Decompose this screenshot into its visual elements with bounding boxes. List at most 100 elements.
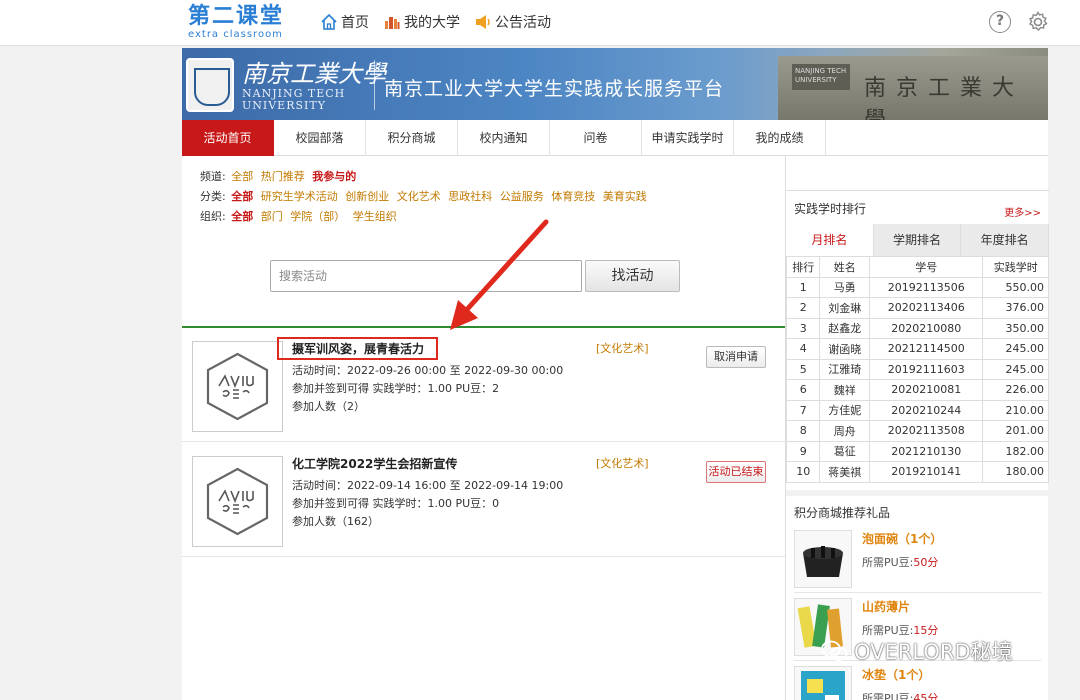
ranking-row: 6 魏祥 2020210081 226.00 xyxy=(785,379,1049,401)
name-cell[interactable]: 刘金琳 xyxy=(819,297,870,319)
filter-category-option[interactable]: 思政社科 xyxy=(448,190,492,203)
filter-category-option[interactable]: 创新创业 xyxy=(345,190,389,203)
topnav-my-university[interactable]: 我的大学 xyxy=(383,12,460,32)
activity-ended-button[interactable]: 活动已结束 xyxy=(706,461,766,483)
filter-category-label: 分类: xyxy=(200,190,226,203)
name-cell[interactable]: 葛征 xyxy=(819,440,870,462)
gift-item[interactable]: 泡面碗（1个） 所需PU豆:50分 xyxy=(786,526,1049,592)
rank-cell: 5 xyxy=(785,358,821,380)
rank-cell: 7 xyxy=(785,399,821,421)
name-cell[interactable]: 马勇 xyxy=(819,276,870,298)
filter-channel-option[interactable]: 全部 xyxy=(231,170,253,183)
cancel-application-button[interactable]: 取消申请 xyxy=(706,346,766,368)
ranking-title: 实践学时排行 xyxy=(794,202,867,216)
name-cell[interactable]: 方佳妮 xyxy=(819,399,870,421)
col-practice-hours: 实践学时 xyxy=(982,256,1049,278)
hours-cell: 180.00 xyxy=(982,461,1049,483)
activity-meta: 活动时间：2022-09-14 16:00 至 2022-09-14 19:00… xyxy=(292,477,563,531)
ranking-more-link[interactable]: 更多>> xyxy=(1004,204,1041,219)
col-rank: 排行 xyxy=(785,256,821,278)
watermark: OVERLORD秘境 xyxy=(820,636,1013,666)
tab-survey[interactable]: 问卷 xyxy=(550,120,642,156)
tab-activity-home[interactable]: 活动首页 xyxy=(182,120,274,156)
tab-yearly-ranking[interactable]: 年度排名 xyxy=(961,224,1050,256)
name-cell[interactable]: 蒋美祺 xyxy=(819,461,870,483)
filter-category-option[interactable]: 研究生学术活动 xyxy=(261,190,338,203)
topnav-notice[interactable]: 公告活动 xyxy=(474,12,551,32)
help-icon[interactable]: ? xyxy=(989,11,1011,33)
filter-category-selected[interactable]: 全部 xyxy=(231,190,253,203)
filter-channel-selected[interactable]: 我参与的 xyxy=(312,170,356,183)
home-icon xyxy=(321,13,337,30)
highlight-annotation xyxy=(277,337,438,360)
activity-title[interactable]: 化工学院2022学生会招新宣传 xyxy=(292,455,457,472)
student-id-cell: 2020210081 xyxy=(868,379,984,401)
name-cell[interactable]: 魏祥 xyxy=(819,379,870,401)
ranking-row: 9 葛征 2021210130 182.00 xyxy=(785,440,1049,462)
tab-semester-ranking[interactable]: 学期排名 xyxy=(873,224,962,256)
gift-separator xyxy=(794,592,1041,593)
noodle-bowl-icon xyxy=(803,546,843,577)
banner-gate-photo: NANJING TECH UNIVERSITY 南京工業大學 xyxy=(778,56,1048,120)
rank-cell: 3 xyxy=(785,317,821,339)
filter-org-option[interactable]: 学生组织 xyxy=(353,210,397,223)
filter-org-option[interactable]: 学院（部） xyxy=(290,210,345,223)
gift-image xyxy=(794,666,852,700)
gift-header: 积分商城推荐礼品 xyxy=(786,490,1049,524)
activity-category[interactable]: [文化艺术] xyxy=(596,340,649,356)
activity-thumbnail xyxy=(192,456,283,547)
filter-category-option[interactable]: 体育竞技 xyxy=(551,190,595,203)
gift-name[interactable]: 山药薄片 xyxy=(862,598,910,615)
activity-category[interactable]: [文化艺术] xyxy=(596,455,649,471)
col-name: 姓名 xyxy=(819,256,870,278)
tab-campus-tribe[interactable]: 校园部落 xyxy=(274,120,366,156)
student-id-cell: 2019210141 xyxy=(868,461,984,483)
ranking-header-row: 排行 姓名 学号 实践学时 xyxy=(785,256,1049,278)
gate-plaque: NANJING TECH UNIVERSITY xyxy=(792,64,850,90)
name-cell[interactable]: 周舟 xyxy=(819,420,870,442)
topnav-my-university-label: 我的大学 xyxy=(404,15,460,31)
student-id-cell: 20192111603 xyxy=(868,358,984,380)
gift-name[interactable]: 冰垫（1个） xyxy=(862,666,930,683)
student-id-cell: 2020210244 xyxy=(868,399,984,421)
hours-cell: 376.00 xyxy=(982,297,1049,319)
building-icon xyxy=(385,17,400,29)
filter-org-selected[interactable]: 全部 xyxy=(231,210,253,223)
filter-category-option[interactable]: 文化艺术 xyxy=(397,190,441,203)
name-cell[interactable]: 江雅琦 xyxy=(819,358,870,380)
topnav-home[interactable]: 首页 xyxy=(320,12,369,32)
student-id-cell: 20202113406 xyxy=(868,297,984,319)
gift-item[interactable]: 冰垫（1个） 所需PU豆:45分 xyxy=(786,662,1049,700)
filter-channel-label: 频道: xyxy=(200,170,226,183)
tab-monthly-ranking[interactable]: 月排名 xyxy=(786,224,874,256)
tab-campus-notice[interactable]: 校内通知 xyxy=(458,120,550,156)
activity-content: 频道: 全部 热门推荐 我参与的 分类: 全部 研究生学术活动 创新创业 文化艺… xyxy=(182,156,785,700)
gift-price: 所需PU豆:50分 xyxy=(862,554,938,570)
gift-name[interactable]: 泡面碗（1个） xyxy=(862,530,942,547)
name-cell[interactable]: 赵鑫龙 xyxy=(819,317,870,339)
logo-subtitle: extra classroom xyxy=(188,29,283,40)
ice-pad-icon xyxy=(801,671,845,700)
tab-points-mall[interactable]: 积分商城 xyxy=(366,120,458,156)
site-logo[interactable]: 第二课堂 extra classroom xyxy=(188,4,284,40)
activity-credit: 参加并签到可得 实践学时：1.00 PU豆：0 xyxy=(292,497,500,510)
ranking-row: 4 谢函晓 20212114500 245.00 xyxy=(785,338,1049,360)
filter-category-option[interactable]: 美育实践 xyxy=(603,190,647,203)
filter-channel-option[interactable]: 热门推荐 xyxy=(261,170,305,183)
main-nav: 活动首页 校园部落 积分商城 校内通知 问卷 申请实践学时 我的成绩 xyxy=(182,120,1048,156)
gear-icon[interactable] xyxy=(1026,10,1050,34)
rank-cell: 1 xyxy=(785,276,821,298)
activity-meta: 活动时间：2022-09-26 00:00 至 2022-09-30 00:00… xyxy=(292,362,563,416)
tab-my-scores[interactable]: 我的成绩 xyxy=(734,120,826,156)
name-cell[interactable]: 谢函晓 xyxy=(819,338,870,360)
filter-org-option[interactable]: 部门 xyxy=(261,210,283,223)
search-button[interactable]: 找活动 xyxy=(585,260,680,292)
search-input[interactable] xyxy=(270,260,582,292)
activity-item[interactable]: 化工学院2022学生会招新宣传 [文化艺术] 活动时间：2022-09-14 1… xyxy=(182,443,785,557)
activity-item[interactable]: 摄军训风姿，展青春活力 [文化艺术] 活动时间：2022-09-26 00:00… xyxy=(182,328,785,442)
tab-apply-practice-hours[interactable]: 申请实践学时 xyxy=(642,120,734,156)
activity-time: 活动时间：2022-09-14 16:00 至 2022-09-14 19:00 xyxy=(292,479,564,492)
ranking-row: 2 刘金琳 20202113406 376.00 xyxy=(785,297,1049,319)
filter-category-option[interactable]: 公益服务 xyxy=(500,190,544,203)
rank-cell: 2 xyxy=(785,297,821,319)
